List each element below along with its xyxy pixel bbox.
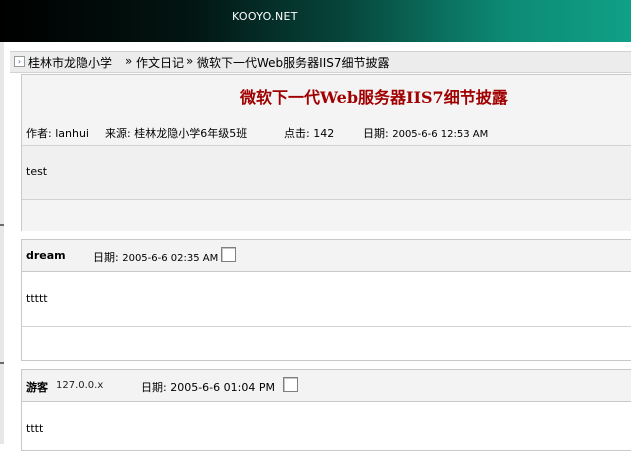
breadcrumb-separator: » bbox=[125, 54, 133, 68]
comment-divider bbox=[22, 326, 631, 327]
comment-item: dream 日期: 2005-6-6 02:35 AM ttttt bbox=[21, 239, 631, 361]
breadcrumb-item-school[interactable]: 桂林市龙隐小学 bbox=[28, 54, 112, 71]
article-title: 微软下一代Web服务器IIS7细节披露 bbox=[240, 88, 508, 107]
site-banner: KOOYO.NET bbox=[0, 0, 631, 42]
article-source: 来源: 桂林龙隐小学6年级5班 bbox=[105, 127, 248, 140]
arrow-icon: › bbox=[14, 56, 25, 67]
comment-ip: 127.0.0.x bbox=[56, 380, 104, 391]
breadcrumb-item-article: 微软下一代Web服务器IIS7细节披露 bbox=[197, 56, 390, 70]
site-name[interactable]: KOOYO.NET bbox=[232, 10, 298, 23]
article-date: 日期: 2005-6-6 12:53 AM bbox=[363, 127, 489, 140]
left-edge-tick bbox=[0, 362, 4, 364]
breadcrumb-separator: » bbox=[186, 54, 194, 68]
article-panel: 微软下一代Web服务器IIS7细节披露 作者: lanhui 来源: 桂林龙隐小… bbox=[21, 74, 631, 231]
comment-header: dream 日期: 2005-6-6 02:35 AM bbox=[22, 240, 631, 272]
article-author: 作者: lanhui bbox=[26, 127, 89, 140]
breadcrumb: › 桂林市龙隐小学 » 作文日记 » 微软下一代Web服务器IIS7细节披露 bbox=[10, 51, 631, 73]
article-body: test bbox=[22, 145, 631, 200]
comment-author: 游客 bbox=[26, 381, 48, 394]
comment-author: dream bbox=[26, 249, 66, 262]
article-clicks: 点击: 142 bbox=[284, 127, 335, 140]
comment-select-checkbox[interactable] bbox=[283, 377, 298, 392]
breadcrumb-item-category[interactable]: 作文日记 bbox=[136, 54, 184, 71]
comment-body: tttt bbox=[26, 422, 44, 435]
left-edge-strip bbox=[0, 42, 4, 444]
comment-select-checkbox[interactable] bbox=[221, 247, 236, 262]
comment-header: 游客 127.0.0.x 日期: 2005-6-6 01:04 PM bbox=[22, 370, 631, 402]
left-edge-tick bbox=[0, 224, 4, 226]
article-body-text: test bbox=[26, 165, 48, 178]
comment-date: 日期: 2005-6-6 02:35 AM bbox=[93, 251, 219, 264]
comment-body: ttttt bbox=[26, 292, 48, 305]
comment-item: 游客 127.0.0.x 日期: 2005-6-6 01:04 PM tttt bbox=[21, 369, 631, 451]
comment-date: 日期: 2005-6-6 01:04 PM bbox=[141, 381, 275, 394]
